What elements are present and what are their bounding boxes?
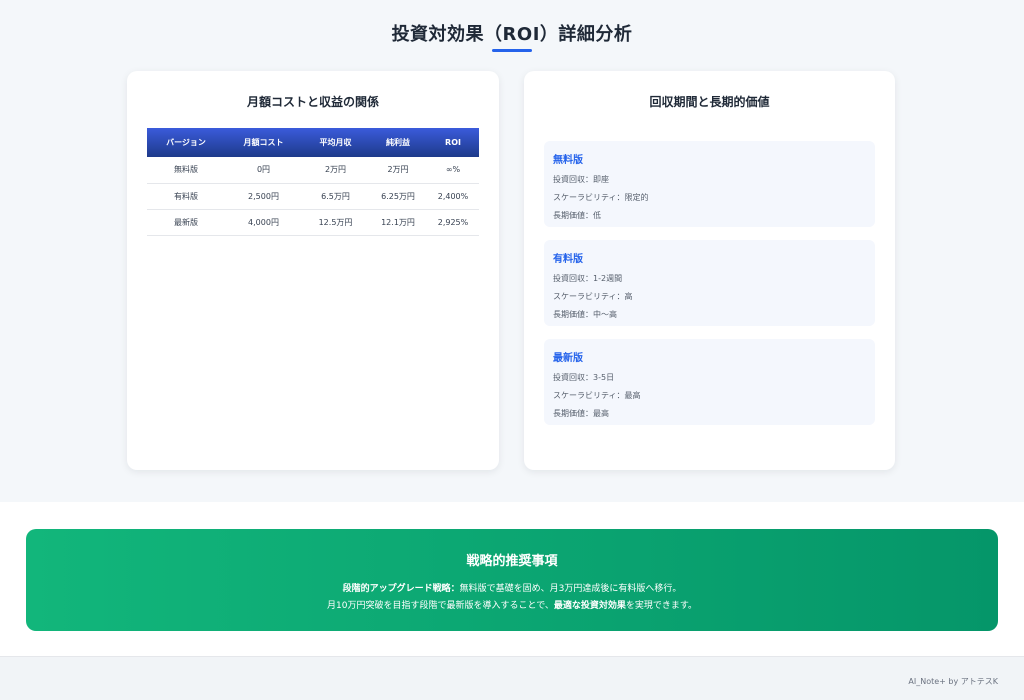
- recommendation-banner: 戦略的推奨事項 段階的アップグレード戦略：無料版で基礎を固め、月3万円達成後に有…: [26, 529, 998, 631]
- tier-box-free: 無料版 投資回収：即座 スケーラビリティ：限定的 長期価値：低: [544, 141, 875, 227]
- tier-name: 有料版: [553, 254, 583, 265]
- table-cell: 2万円: [302, 157, 369, 184]
- column-header-roi: ROI: [427, 128, 479, 157]
- recommendation-highlight: 最適な投資対効果: [553, 601, 626, 611]
- recommendation-section: 戦略的推奨事項 段階的アップグレード戦略：無料版で基礎を固め、月3万円達成後に有…: [0, 502, 1024, 656]
- tier-detail-line: 投資回収：3-5日: [553, 373, 615, 382]
- tier-name: 無料版: [553, 155, 583, 166]
- tier-box-latest: 最新版 投資回収：3-5日 スケーラビリティ：最高 長期価値：最高: [544, 339, 875, 425]
- table-cell: 4,000円: [225, 209, 302, 236]
- tier-detail-line: スケーラビリティ：限定的: [553, 193, 649, 202]
- table-cell: 6.5万円: [302, 183, 369, 210]
- page-title: 投資対効果（ROI）詳細分析: [391, 24, 633, 45]
- tier-box-paid: 有料版 投資回収：1-2週間 スケーラビリティ：高 長期価値：中〜高: [544, 240, 875, 326]
- recommendation-title: 戦略的推奨事項: [466, 554, 558, 569]
- tier-detail-line: 長期価値：低: [553, 211, 601, 220]
- cost-table: バージョン 月額コスト 平均月収 純利益 ROI 無料版 0円 2万円 2万円 …: [147, 128, 479, 236]
- table-cell: ∞%: [427, 157, 479, 184]
- recommendation-text: 月10万円突破を目指す段階で最新版を導入することで、: [327, 601, 554, 611]
- tier-name: 最新版: [553, 353, 583, 364]
- tier-detail-line: 投資回収：1-2週間: [553, 274, 623, 283]
- cost-revenue-card: 月額コストと収益の関係 バージョン 月額コスト 平均月収 純利益 ROI 無料版…: [127, 71, 499, 470]
- tier-detail-line: スケーラビリティ：最高: [553, 391, 641, 400]
- recommendation-strategy-label: 段階的アップグレード戦略：: [342, 584, 460, 594]
- table-cell: 2,500円: [225, 183, 302, 210]
- footer-credit: AI_Note+ by アトテスK: [908, 677, 998, 686]
- table-cell: 0円: [225, 157, 302, 184]
- table-cell: 有料版: [147, 183, 225, 210]
- table-cell: 2,400%: [427, 183, 479, 210]
- payback-card-title: 回収期間と長期的価値: [649, 95, 770, 109]
- recommendation-text: 無料版で基礎を固め、月3万円達成後に有料版へ移行。: [459, 584, 682, 594]
- table-cell: 6.25万円: [369, 183, 427, 210]
- recommendation-text: を実現できます。: [625, 601, 697, 611]
- footer: AI_Note+ by アトテスK: [0, 656, 1024, 700]
- tier-detail-line: スケーラビリティ：高: [553, 292, 633, 301]
- table-cell: 2,925%: [427, 209, 479, 236]
- column-header-version: バージョン: [147, 128, 225, 157]
- table-cell: 無料版: [147, 157, 225, 184]
- recommendation-line-1: 段階的アップグレード戦略：無料版で基礎を固め、月3万円達成後に有料版へ移行。: [26, 581, 998, 594]
- tier-detail-line: 長期価値：最高: [553, 409, 609, 418]
- recommendation-line-2: 月10万円突破を目指す段階で最新版を導入することで、最適な投資対効果を実現できま…: [26, 598, 998, 611]
- table-row: 最新版 4,000円 12.5万円 12.1万円 2,925%: [147, 209, 479, 236]
- tier-detail-line: 長期価値：中〜高: [553, 310, 617, 319]
- table-cell: 最新版: [147, 209, 225, 236]
- table-cell: 12.5万円: [302, 209, 369, 236]
- analysis-section: 投資対効果（ROI）詳細分析 月額コストと収益の関係 バージョン 月額コスト 平…: [0, 0, 1024, 502]
- column-header-net-profit: 純利益: [369, 128, 427, 157]
- table-cell: 12.1万円: [369, 209, 427, 236]
- title-underline: [492, 49, 532, 52]
- payback-card: 回収期間と長期的価値 無料版 投資回収：即座 スケーラビリティ：限定的 長期価値…: [524, 71, 895, 470]
- table-row: 有料版 2,500円 6.5万円 6.25万円 2,400%: [147, 183, 479, 210]
- table-cell: 2万円: [369, 157, 427, 184]
- tier-detail-line: 投資回収：即座: [553, 175, 609, 184]
- column-header-monthly-cost: 月額コスト: [225, 128, 302, 157]
- table-header-row: バージョン 月額コスト 平均月収 純利益 ROI: [147, 128, 479, 157]
- table-row: 無料版 0円 2万円 2万円 ∞%: [147, 157, 479, 184]
- cost-card-title: 月額コストと収益の関係: [246, 95, 379, 109]
- column-header-average-income: 平均月収: [302, 128, 369, 157]
